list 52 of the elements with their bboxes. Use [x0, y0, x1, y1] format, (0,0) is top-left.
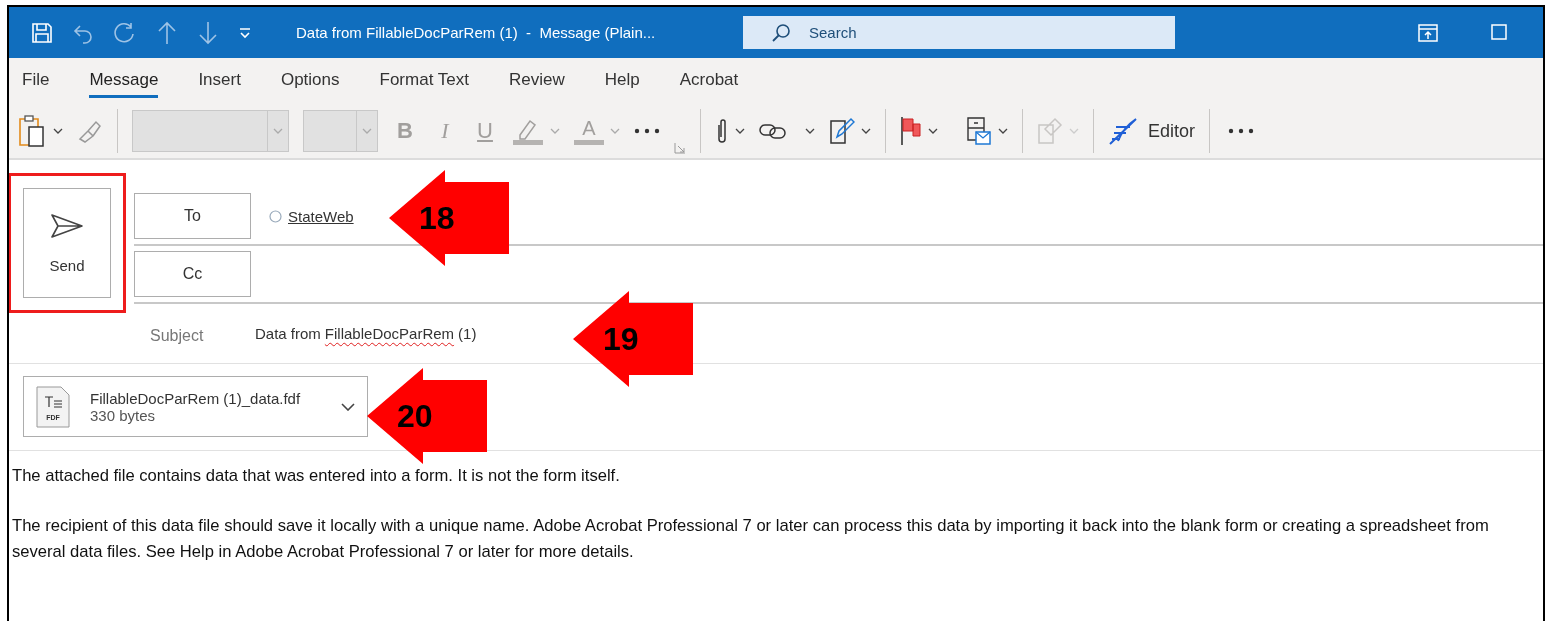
subject-field[interactable]: Data from FillableDocParRem (1): [255, 325, 477, 347]
send-button[interactable]: Send: [23, 188, 111, 298]
recipient-link[interactable]: StateWeb: [269, 207, 354, 225]
pen-icon: [1108, 117, 1138, 145]
search-icon: [771, 22, 791, 43]
caret-icon[interactable]: [805, 128, 815, 134]
ribbon-tab[interactable]: File: [22, 64, 50, 98]
attachment-name: FillableDocParRem (1)_data.fdf: [90, 389, 302, 407]
body-paragraph: The attached file contains data that was entered into a form. It is not the form itself.: [12, 465, 621, 487]
to-button[interactable]: To: [134, 193, 251, 239]
caret-icon[interactable]: [861, 128, 871, 134]
paperclip-icon[interactable]: [715, 117, 729, 145]
caret-icon[interactable]: [735, 128, 745, 134]
callout-number: 20: [397, 400, 433, 432]
subject-label: Subject: [150, 327, 205, 345]
search-field[interactable]: Search: [743, 16, 1175, 49]
ribbon-tab[interactable]: Insert: [198, 64, 241, 98]
caret-icon[interactable]: [53, 128, 63, 134]
format-painter-icon[interactable]: [77, 119, 103, 143]
ribbon-tab[interactable]: Acrobat: [679, 64, 739, 98]
customize-icon[interactable]: [238, 26, 252, 39]
body-paragraph: The recipient of this data file should save it locally with a unique name. Adobe Acrobat Professional 7 or later can process this data by importing it back into the blank form or creating a spreadsheet from several data files. See Help in Adobe Acrobat Professional 7 or later for more details.: [12, 515, 1490, 563]
save-icon[interactable]: [31, 21, 53, 44]
dialog-launcher-icon[interactable]: [674, 142, 686, 154]
signature-icon[interactable]: [829, 117, 855, 145]
link-icon[interactable]: [759, 123, 787, 139]
attachment-size: 330 bytes: [90, 406, 157, 424]
rules-icon[interactable]: [966, 116, 992, 146]
ribbon-tab[interactable]: Format Text: [379, 64, 469, 98]
more-icon[interactable]: [634, 128, 660, 134]
chevron-down-icon[interactable]: [341, 402, 355, 411]
caret-icon[interactable]: [998, 128, 1008, 134]
cc-button[interactable]: Cc: [134, 251, 251, 297]
paste-icon[interactable]: [17, 114, 47, 148]
status-circle-icon: [269, 209, 282, 223]
callout-number: 19: [603, 323, 639, 355]
callout-number: 18: [419, 202, 455, 234]
flag-icon[interactable]: [900, 116, 922, 146]
ribbon-tab[interactable]: Options: [280, 64, 340, 98]
display-options-icon[interactable]: [1418, 23, 1438, 42]
ribbon-tab[interactable]: Help: [604, 64, 640, 98]
caret-icon[interactable]: [928, 128, 938, 134]
editor-button[interactable]: Editor: [1108, 117, 1196, 145]
window-title: Data from FillableDocParRem (1) - Message (Plain...: [296, 24, 657, 41]
ribbon-tab[interactable]: Review: [508, 64, 565, 98]
more-icon[interactable]: [1228, 128, 1255, 134]
arrow-up-icon[interactable]: [156, 20, 178, 45]
send-icon: [50, 212, 84, 239]
redo-icon[interactable]: [113, 20, 137, 45]
ribbon-tab[interactable]: Message: [89, 64, 159, 98]
arrow-down-icon[interactable]: [197, 20, 219, 45]
maximize-icon[interactable]: [1491, 23, 1507, 40]
